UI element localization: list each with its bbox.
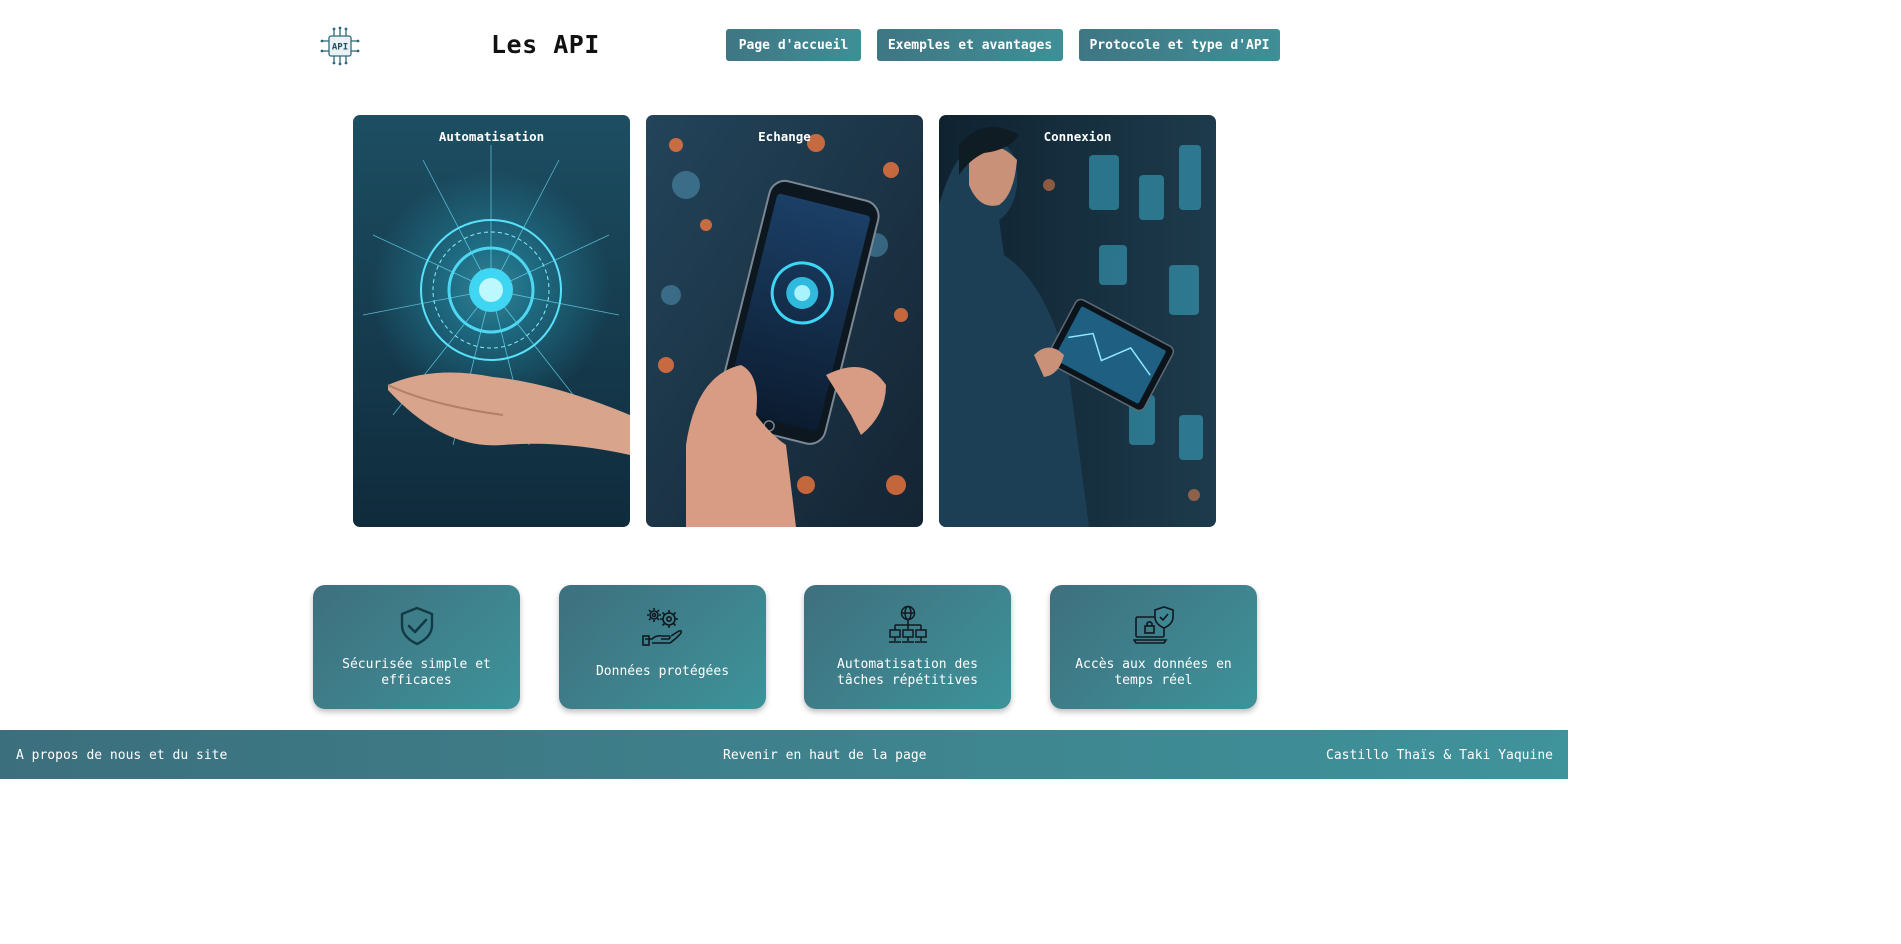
page-title: Les API	[491, 30, 600, 59]
card-title: Automatisation	[438, 129, 545, 144]
card-echange[interactable]: Echange	[646, 115, 923, 527]
footer-authors: Castillo Thaïs & Taki Yaquine	[1326, 748, 1553, 763]
tablet-user-image	[939, 115, 1216, 527]
shield-check-icon	[400, 606, 434, 646]
glowing-circuit-image	[353, 115, 630, 527]
network-globe-icon	[889, 605, 927, 643]
feature-label: Accès aux données en temps réel	[1075, 657, 1232, 688]
feature-secure: Sécurisée simple et efficaces	[313, 585, 520, 709]
nav-protocol-button[interactable]: Protocole et type d'API	[1079, 29, 1280, 61]
gears-hand-icon	[642, 608, 683, 646]
card-automatisation[interactable]: Automatisation	[353, 115, 630, 527]
feature-label: Sécurisée simple et efficaces	[342, 657, 491, 688]
header: API Les API Page d'accueil Exemples et a…	[0, 0, 1568, 90]
card-title: Echange	[758, 129, 811, 144]
nav-examples-button[interactable]: Exemples et avantages	[877, 29, 1063, 61]
feature-realtime-access: Accès aux données en temps réel	[1050, 585, 1257, 709]
api-chip-logo[interactable]: API	[320, 26, 360, 66]
feature-protected-data: Données protégées	[559, 585, 766, 709]
back-to-top-link[interactable]: Revenir en haut de la page	[723, 748, 927, 763]
card-title: Connexion	[1043, 129, 1112, 144]
footer: A propos de nous et du site Revenir en h…	[0, 730, 1568, 779]
laptop-lock-shield-icon	[1133, 606, 1174, 644]
card-connexion[interactable]: Connexion	[939, 115, 1216, 527]
feature-label: Automatisation des tâches répétitives	[837, 657, 978, 688]
footer-about-link[interactable]: A propos de nous et du site	[16, 748, 227, 763]
feature-label: Données protégées	[595, 664, 730, 679]
svg-text:API: API	[332, 43, 348, 53]
nav-home-button[interactable]: Page d'accueil	[726, 29, 861, 61]
smartphone-image	[646, 115, 923, 527]
feature-automation: Automatisation des tâches répétitives	[804, 585, 1011, 709]
